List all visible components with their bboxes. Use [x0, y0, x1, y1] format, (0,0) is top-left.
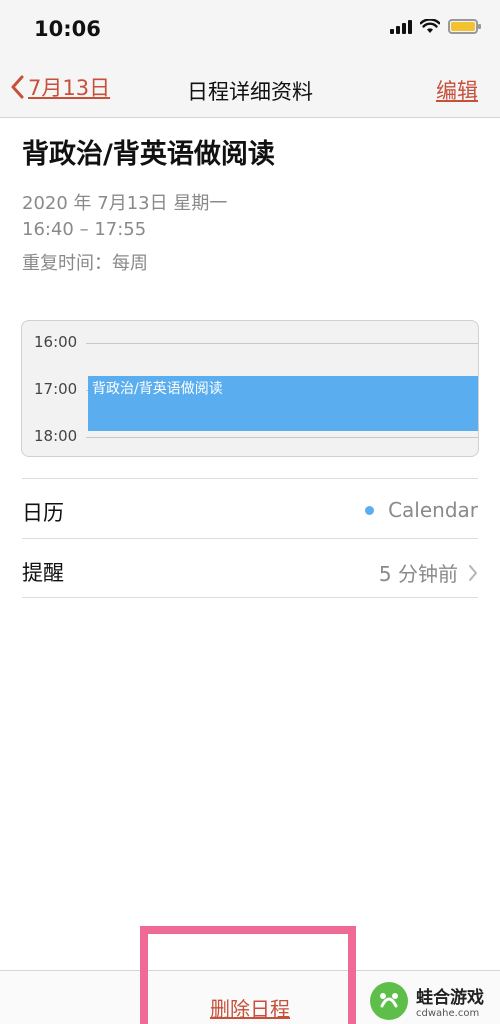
navigation-bar: 7月13日 日程详细资料 编辑 — [0, 60, 500, 118]
divider — [22, 597, 478, 598]
watermark: 蛙合游戏 cdwahe.com — [370, 982, 484, 1020]
hour-label-18: 18:00 — [34, 427, 78, 445]
frog-logo-icon — [370, 982, 408, 1020]
battery-level — [451, 21, 475, 31]
event-title: 背政治/背英语做阅读 — [22, 139, 275, 170]
calendar-label: 日历 — [22, 501, 64, 525]
highlight-annotation-box — [140, 926, 356, 1024]
reminder-value: 5 分钟前 — [378, 562, 458, 586]
chevron-right-icon — [469, 564, 477, 581]
edit-button[interactable]: 编辑 — [436, 75, 478, 105]
hour-line — [86, 343, 478, 344]
status-time: 10:06 — [34, 17, 101, 41]
reminder-label: 提醒 — [22, 561, 64, 585]
battery-icon — [448, 18, 481, 34]
calendar-color-dot — [365, 505, 375, 515]
reminder-value-wrap: 5 分钟前 — [379, 558, 478, 587]
cellular-signal-icon — [390, 18, 412, 34]
status-icons — [390, 18, 481, 34]
status-bar: 10:06 — [0, 0, 500, 60]
wifi-icon — [420, 18, 440, 33]
event-repeat: 重复时间：每周 — [22, 253, 148, 274]
event-date: 2020 年 7月13日 星期一 — [22, 193, 228, 214]
event-time-range: 16:40 – 17:55 — [22, 219, 147, 240]
hour-label-16: 16:00 — [34, 333, 78, 351]
calendar-value: Calendar — [388, 498, 478, 522]
day-timeline[interactable]: 16:00 17:00 18:00 背政治/背英语做阅读 — [21, 320, 479, 457]
calendar-value-wrap: Calendar — [365, 498, 478, 522]
hour-line — [86, 437, 478, 438]
watermark-url: cdwahe.com — [416, 1008, 480, 1019]
calendar-row[interactable]: 日历 Calendar — [22, 478, 478, 538]
timeline-event-block[interactable]: 背政治/背英语做阅读 — [88, 376, 478, 431]
reminder-row[interactable]: 提醒 5 分钟前 — [22, 538, 478, 598]
page-title: 日程详细资料 — [187, 80, 313, 104]
watermark-name: 蛙合游戏 — [416, 988, 484, 1008]
hour-label-17: 17:00 — [34, 380, 78, 398]
